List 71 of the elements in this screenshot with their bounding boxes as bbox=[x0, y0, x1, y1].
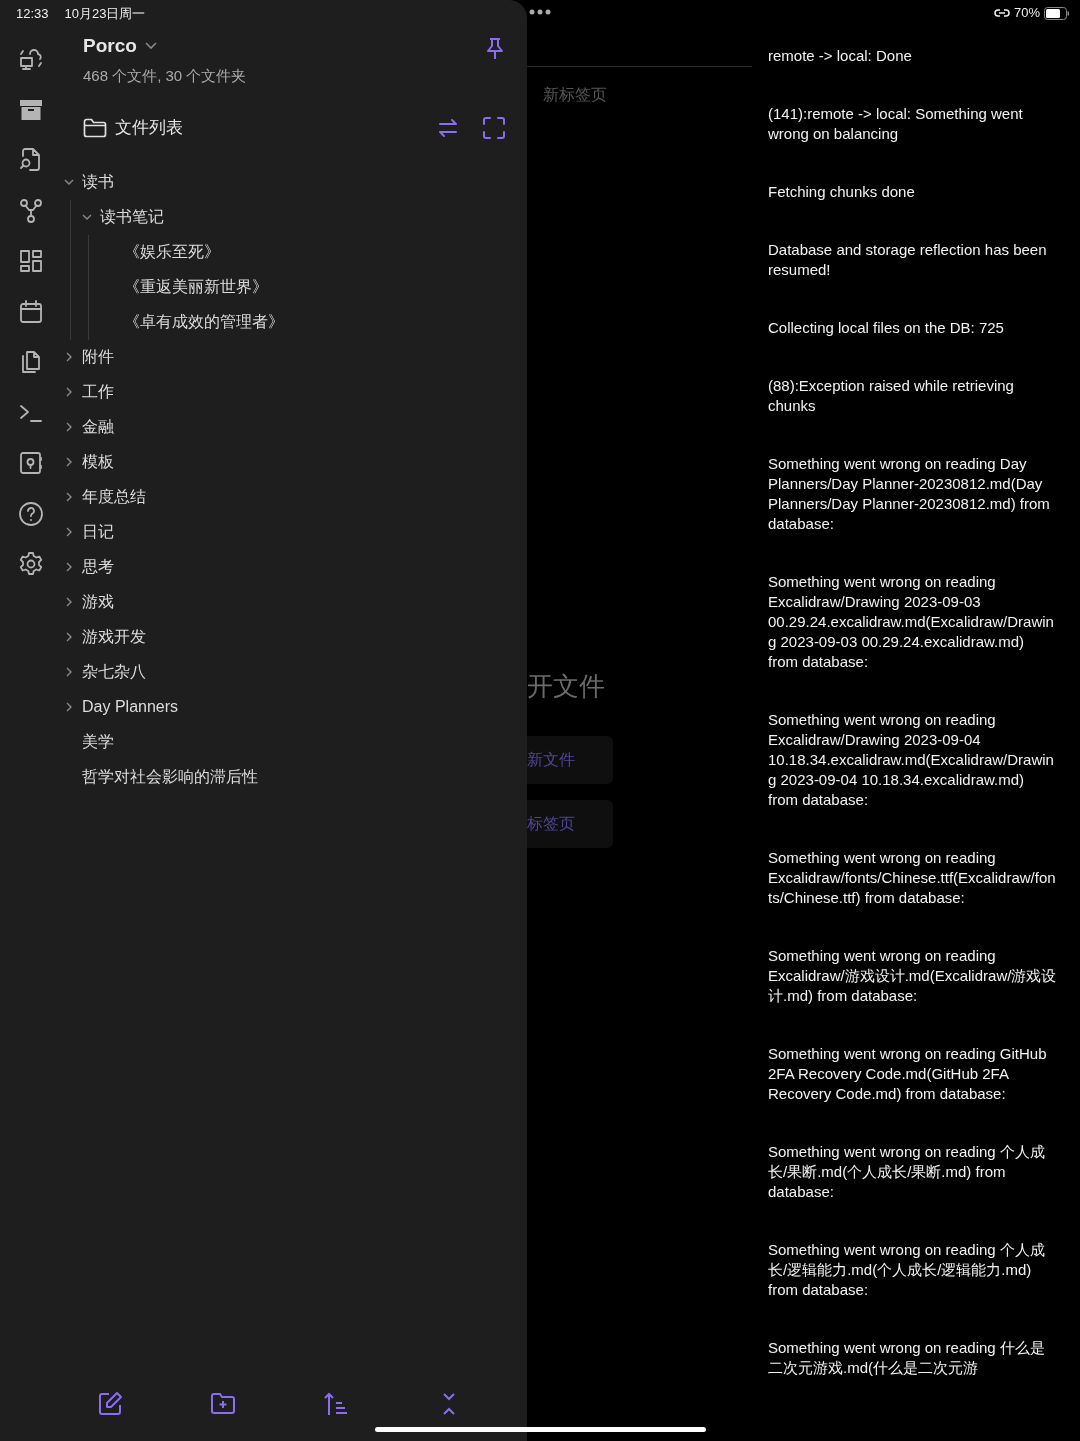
sort-icon[interactable] bbox=[322, 1391, 349, 1417]
folder-item[interactable]: 工作 bbox=[82, 380, 114, 404]
folder-item[interactable]: 思考 bbox=[82, 555, 114, 579]
notice-message: Something went wrong on reading 什么是二次元游戏.md(什么是二次元游 bbox=[768, 1338, 1046, 1378]
sync-devices-icon[interactable] bbox=[18, 46, 44, 73]
chevron-right-icon[interactable] bbox=[64, 352, 74, 362]
battery-icon bbox=[1044, 6, 1070, 20]
file-item[interactable]: 美学 bbox=[82, 730, 114, 754]
settings-icon[interactable] bbox=[18, 551, 44, 578]
folder-item[interactable]: Day Planners bbox=[82, 695, 179, 719]
chevron-right-icon[interactable] bbox=[64, 457, 74, 467]
folder-item[interactable]: 游戏 bbox=[82, 590, 114, 614]
link-icon bbox=[993, 8, 1010, 18]
empty-state-heading: 开文件 bbox=[527, 670, 606, 703]
folder-item[interactable]: 金融 bbox=[82, 415, 114, 439]
file-item[interactable]: 《卓有成效的管理者》 bbox=[124, 310, 284, 334]
folder-item[interactable]: 游戏开发 bbox=[82, 625, 146, 649]
folder-item[interactable]: 日记 bbox=[82, 520, 114, 544]
dashboard-icon[interactable] bbox=[18, 248, 44, 275]
chevron-down-icon[interactable] bbox=[144, 42, 157, 51]
folder-item[interactable]: 附件 bbox=[82, 345, 114, 369]
notice-message: Something went wrong on reading Excalidraw/游戏设计.md(Excalidraw/游戏设计.md) from database: bbox=[768, 946, 1058, 1006]
notice-message: remote -> local: Done bbox=[768, 46, 913, 66]
notice-message: Fetching chunks done bbox=[768, 182, 916, 202]
file-item[interactable]: 《重返美丽新世界》 bbox=[124, 275, 268, 299]
notice-message: Something went wrong on reading Excalidraw/Drawing 2023-09-04 10.18.34.excalidraw.md(Excalidraw/Drawing 2023-09-04 10.18.34.excalidraw.md) from database: bbox=[768, 710, 1055, 810]
chevron-right-icon[interactable] bbox=[64, 562, 74, 572]
new-note-icon[interactable] bbox=[96, 1391, 123, 1417]
graph-icon[interactable] bbox=[18, 197, 44, 224]
pane-title: 文件列表 bbox=[115, 117, 183, 139]
new-folder-icon[interactable] bbox=[209, 1391, 236, 1417]
vault-name[interactable]: Porco bbox=[83, 32, 137, 61]
notice-message: Collecting local files on the DB: 725 bbox=[768, 318, 1005, 338]
notice-message: (88):Exception raised while retrieving chunks bbox=[768, 376, 1015, 416]
help-icon[interactable] bbox=[18, 500, 44, 527]
calendar-icon[interactable] bbox=[18, 298, 44, 325]
chevron-right-icon[interactable] bbox=[64, 597, 74, 607]
folder-item[interactable]: 模板 bbox=[82, 450, 114, 474]
folder-item[interactable]: 年度总结 bbox=[82, 485, 146, 509]
chevron-down-icon[interactable] bbox=[64, 177, 74, 187]
notice-message: Something went wrong on reading 个人成长/果断.md(个人成长/果断.md) from database: bbox=[768, 1142, 1046, 1202]
chevron-right-icon[interactable] bbox=[64, 702, 74, 712]
notice-message: Database and storage reflection has been resumed! bbox=[768, 240, 1048, 280]
chevron-right-icon[interactable] bbox=[64, 632, 74, 642]
pin-icon[interactable] bbox=[485, 37, 505, 61]
chevron-right-icon[interactable] bbox=[64, 422, 74, 432]
file-item[interactable]: 哲学对社会影响的滞后性 bbox=[82, 765, 258, 789]
status-time: 12:33 bbox=[16, 5, 49, 23]
chevron-right-icon[interactable] bbox=[64, 492, 74, 502]
notice-message: (141):remote -> local: Something went wrong on balancing bbox=[768, 104, 1024, 144]
notice-message: Something went wrong on reading Excalidraw/fonts/Chinese.ttf(Excalidraw/fonts/Chinese.ttf) from database: bbox=[768, 848, 1057, 908]
folder-icon bbox=[83, 117, 107, 138]
more-dots-icon[interactable] bbox=[529, 9, 551, 15]
notice-message: Something went wrong on reading Excalidraw/Drawing 2023-09-03 00.29.24.excalidraw.md(Excalidraw/Drawing 2023-09-03 00.29.24.excalidraw.md) from database: bbox=[768, 572, 1055, 672]
notice-message: Something went wrong on reading GitHub 2FA Recovery Code.md(GitHub 2FA Recovery Code.md) from database: bbox=[768, 1044, 1048, 1104]
notice-message: Something went wrong on reading 个人成长/逻辑能力.md(个人成长/逻辑能力.md) from database: bbox=[768, 1240, 1046, 1300]
safe-icon[interactable] bbox=[18, 450, 44, 477]
folder-item[interactable]: 读书笔记 bbox=[100, 205, 164, 229]
chevron-right-icon[interactable] bbox=[64, 387, 74, 397]
folder-item[interactable]: 读书 bbox=[82, 170, 114, 194]
file-item[interactable]: 《娱乐至死》 bbox=[124, 240, 220, 264]
folder-item[interactable]: 杂七杂八 bbox=[82, 660, 146, 684]
swap-arrows-icon[interactable] bbox=[437, 117, 459, 138]
chevron-down-icon[interactable] bbox=[82, 212, 92, 222]
chevron-right-icon[interactable] bbox=[64, 527, 74, 537]
chevron-right-icon[interactable] bbox=[64, 667, 74, 677]
notice-message: Something went wrong on reading Day Planners/Day Planner-20230812.md(Day Planners/Day Planner-20230812.md) from database: bbox=[768, 454, 1051, 534]
battery-percent: 70% bbox=[1013, 4, 1040, 23]
vault-summary: 468 个文件, 30 个文件夹 bbox=[83, 65, 247, 86]
expand-icon[interactable] bbox=[483, 116, 505, 139]
status-date: 10月23日周一 bbox=[64, 5, 146, 23]
